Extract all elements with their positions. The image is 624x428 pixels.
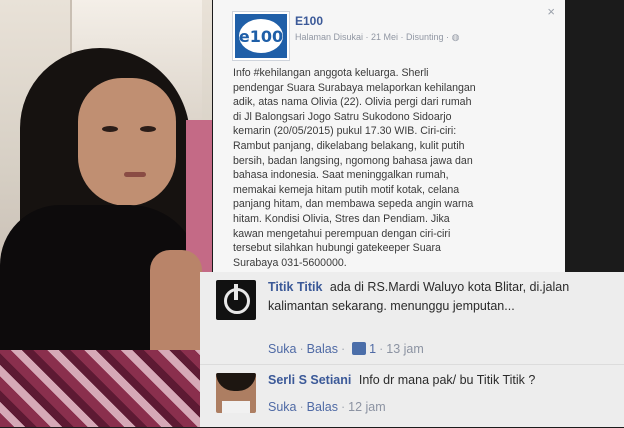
e100-logo: e100 [239,19,283,53]
post-body-text: Info #kehilangan anggota keluarga. Sherl… [233,67,479,283]
comment-time[interactable]: 12 jam [348,400,386,414]
comments-section: Titik Titik ada di RS.Mardi Waluyo kota … [200,272,624,427]
comment-actions: Suka · Balas · 12 jam [268,400,386,414]
commenter-avatar[interactable] [216,280,256,320]
photo-eye-left [102,126,118,132]
photo-skirt [0,350,212,427]
thumbs-up-icon[interactable] [352,342,367,355]
reply-button[interactable]: Balas [307,400,338,414]
facebook-post-card: × e100 E100 Halaman Disukai · 21 Mei · D… [213,0,565,290]
comment-item: Serli S Setiani Info dr mana pak/ bu Tit… [200,364,624,428]
like-button[interactable]: Suka [268,342,297,356]
commenter-avatar[interactable] [216,373,256,413]
like-count[interactable]: 1 [369,342,376,356]
page-name-link[interactable]: E100 [295,14,323,28]
globe-icon: ◍ [451,32,460,42]
close-icon[interactable]: × [547,4,555,19]
photo-missing-person [0,0,212,427]
comment-body: Titik Titik ada di RS.Mardi Waluyo kota … [268,278,618,316]
comment-actions: Suka · Balas · 1 · 13 jam [268,342,424,356]
post-meta: Halaman Disukai · 21 Mei · Disunting · ◍ [295,32,459,43]
commenter-name[interactable]: Serli S Setiani [268,373,351,387]
comment-item: Titik Titik ada di RS.Mardi Waluyo kota … [200,272,624,364]
post-meta-text: Halaman Disukai · 21 Mei · Disunting · [295,32,452,42]
page-avatar[interactable]: e100 [233,12,289,60]
comment-body: Serli S Setiani Info dr mana pak/ bu Tit… [268,371,618,390]
like-button[interactable]: Suka [268,400,297,414]
photo-face [78,78,176,206]
photo-eye-right [140,126,156,132]
photo-mouth [124,172,146,177]
comment-text: Info dr mana pak/ bu Titik Titik ? [358,373,536,387]
comment-time[interactable]: 13 jam [386,342,424,356]
reply-button[interactable]: Balas [307,342,338,356]
commenter-name[interactable]: Titik Titik [268,280,322,294]
